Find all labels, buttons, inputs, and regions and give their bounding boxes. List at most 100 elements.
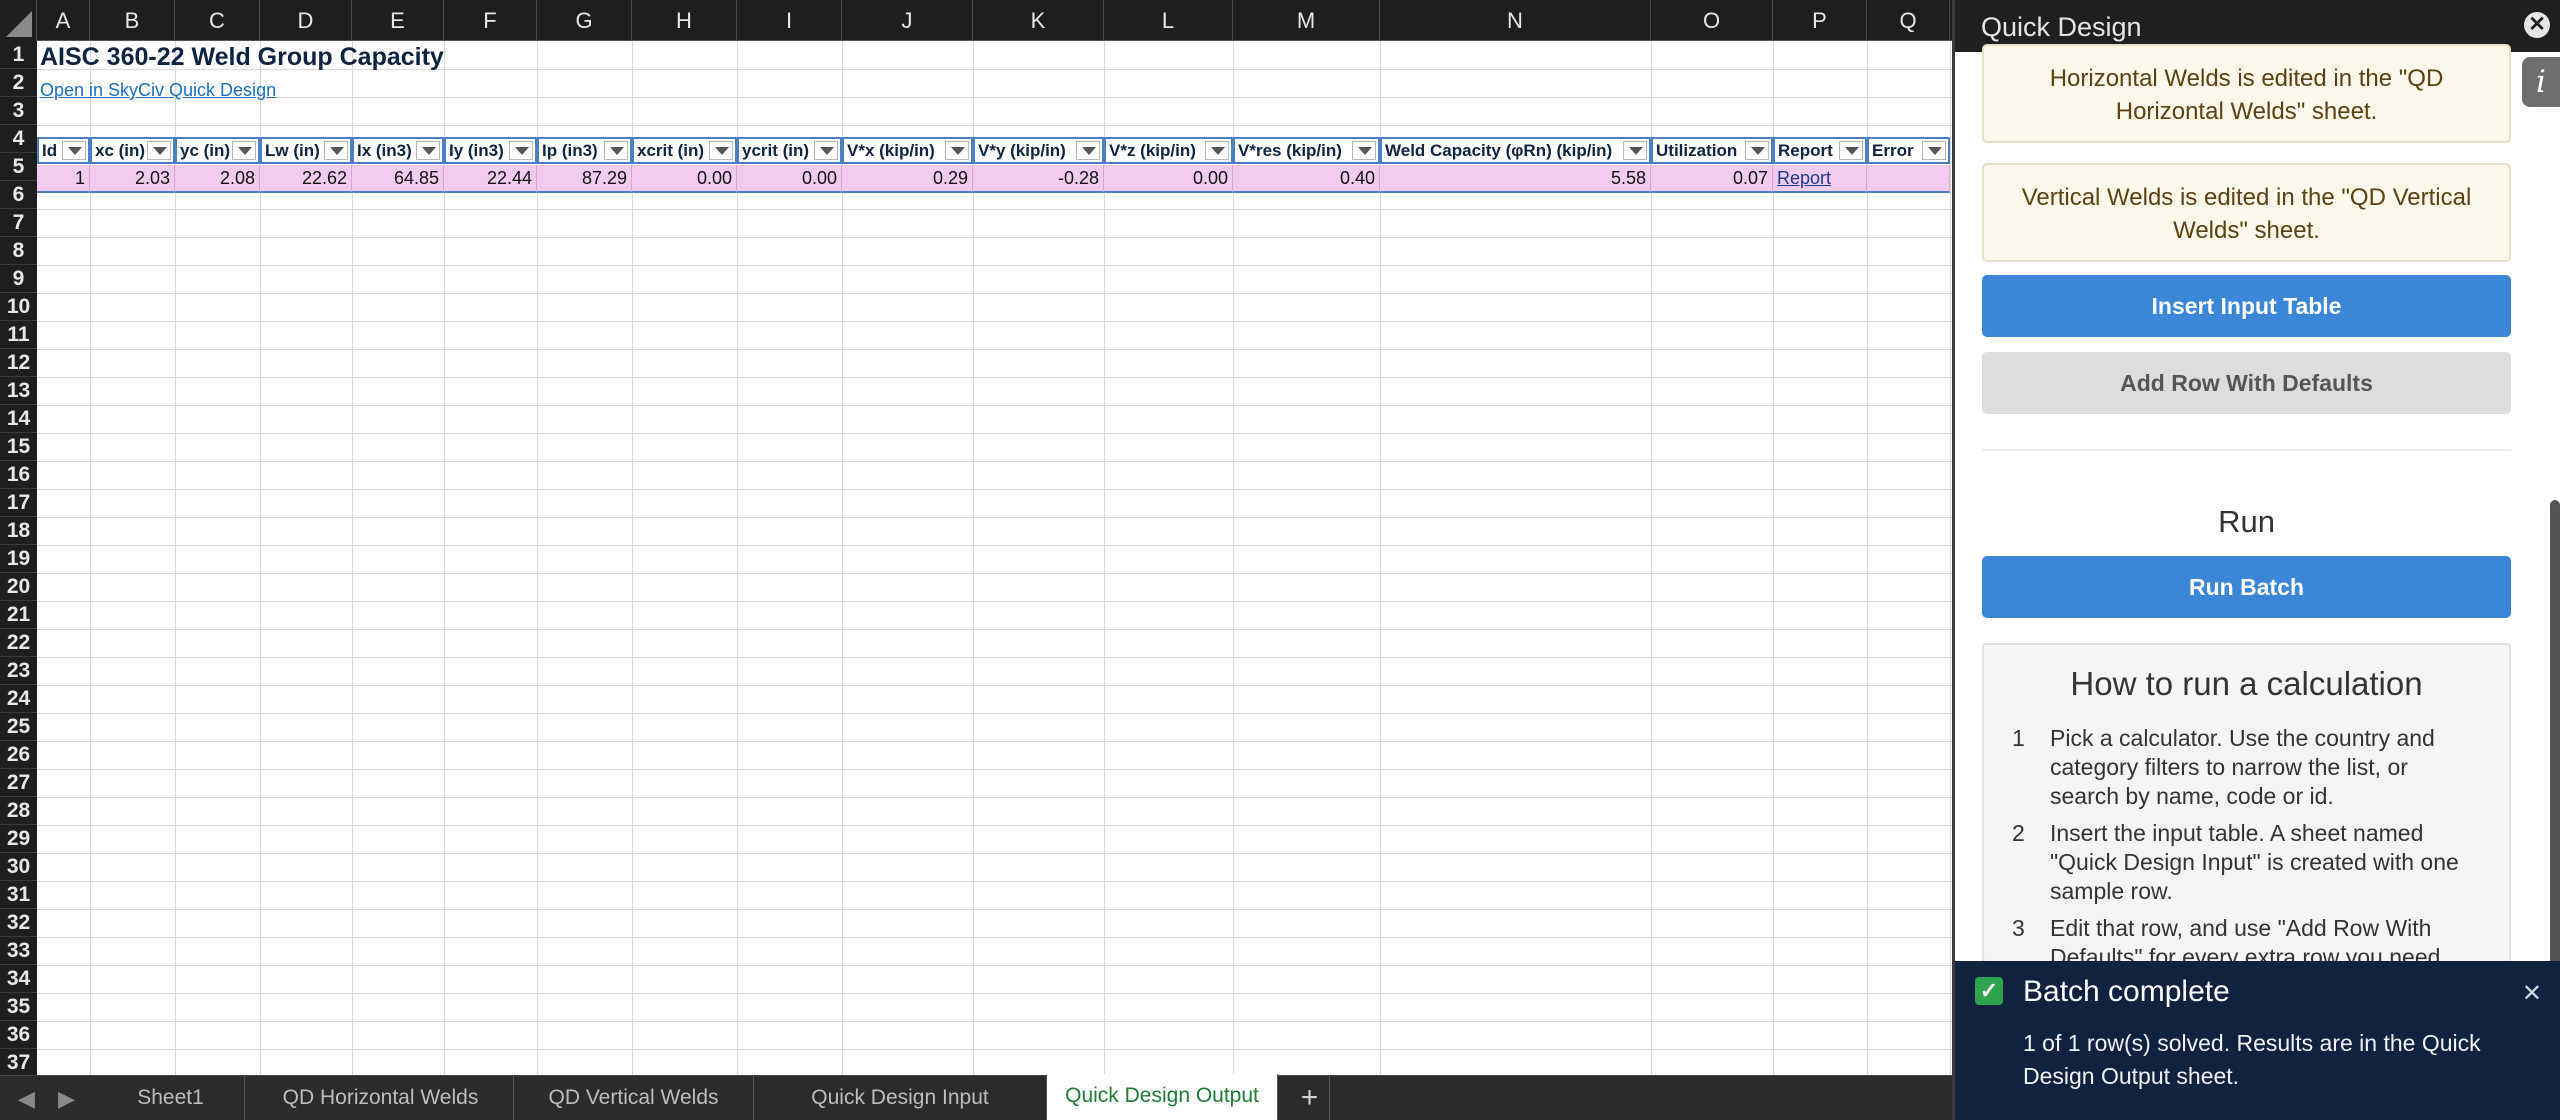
- column-header-d[interactable]: D: [260, 0, 352, 41]
- tab-scroll-left-icon[interactable]: ◀: [18, 1086, 35, 1112]
- table-cell[interactable]: 0.29: [842, 165, 973, 193]
- row-header-36[interactable]: 36: [0, 1021, 37, 1049]
- column-filter-header[interactable]: yc (in): [175, 137, 260, 164]
- row-header-3[interactable]: 3: [0, 97, 37, 125]
- filter-dropdown-icon[interactable]: [324, 141, 348, 160]
- column-filter-header[interactable]: ycrit (in): [737, 137, 842, 164]
- row-header-15[interactable]: 15: [0, 433, 37, 461]
- insert-input-table-button[interactable]: Insert Input Table: [1982, 275, 2511, 337]
- table-cell[interactable]: 2.03: [90, 165, 175, 193]
- row-header-31[interactable]: 31: [0, 881, 37, 909]
- tab-quick-design-output[interactable]: Quick Design Output: [1047, 1074, 1278, 1120]
- filter-dropdown-icon[interactable]: [1922, 141, 1946, 160]
- column-filter-header[interactable]: V*x (kip/in): [842, 137, 973, 164]
- row-header-25[interactable]: 25: [0, 713, 37, 741]
- filter-dropdown-icon[interactable]: [62, 141, 86, 160]
- column-header-q[interactable]: Q: [1867, 0, 1950, 41]
- column-header-e[interactable]: E: [352, 0, 444, 41]
- cell-grid[interactable]: [37, 41, 1952, 1075]
- filter-dropdown-icon[interactable]: [416, 141, 440, 160]
- filter-dropdown-icon[interactable]: [604, 141, 628, 160]
- row-header-34[interactable]: 34: [0, 965, 37, 993]
- tab-qd-horizontal-welds[interactable]: QD Horizontal Welds: [248, 1076, 514, 1120]
- row-header-7[interactable]: 7: [0, 209, 37, 237]
- filter-dropdown-icon[interactable]: [1623, 141, 1647, 160]
- table-cell[interactable]: 0.07: [1651, 165, 1773, 193]
- row-header-23[interactable]: 23: [0, 657, 37, 685]
- column-header-j[interactable]: J: [842, 0, 973, 41]
- table-cell[interactable]: 64.85: [352, 165, 444, 193]
- spreadsheet-area[interactable]: ABCDEFGHIJKLMNOPQ 1 2 3 4 5 6 7 8 9 10 11 12 13 14 15 1…: [0, 0, 1952, 1075]
- select-all-corner[interactable]: [0, 0, 37, 41]
- row-header-37[interactable]: 37: [0, 1049, 37, 1075]
- filter-dropdown-icon[interactable]: [147, 141, 171, 160]
- column-header-n[interactable]: N: [1380, 0, 1651, 41]
- column-filter-header[interactable]: Weld Capacity (φRn) (kip/in): [1380, 137, 1651, 164]
- filter-dropdown-icon[interactable]: [814, 141, 838, 160]
- column-filter-header[interactable]: V*res (kip/in): [1233, 137, 1380, 164]
- row-header-24[interactable]: 24: [0, 685, 37, 713]
- close-icon[interactable]: ✕: [2524, 12, 2550, 38]
- filter-dropdown-icon[interactable]: [709, 141, 733, 160]
- filter-dropdown-icon[interactable]: [1839, 141, 1863, 160]
- filter-dropdown-icon[interactable]: [1352, 141, 1376, 160]
- table-cell[interactable]: [1867, 165, 1950, 193]
- row-header-21[interactable]: 21: [0, 601, 37, 629]
- column-header-b[interactable]: B: [90, 0, 175, 41]
- column-filter-header[interactable]: V*y (kip/in): [973, 137, 1104, 164]
- row-header-27[interactable]: 27: [0, 769, 37, 797]
- table-cell[interactable]: 22.62: [260, 165, 352, 193]
- column-filter-header[interactable]: xcrit (in): [632, 137, 737, 164]
- row-header-6[interactable]: 6: [0, 181, 37, 209]
- column-header-a[interactable]: A: [37, 0, 90, 41]
- column-filter-header[interactable]: Report: [1773, 137, 1867, 164]
- add-row-defaults-button[interactable]: Add Row With Defaults: [1982, 352, 2511, 414]
- row-header-1[interactable]: 1: [0, 41, 37, 69]
- tab-sheet1[interactable]: Sheet1: [97, 1076, 245, 1120]
- column-filter-header[interactable]: Ip (in3): [537, 137, 632, 164]
- table-cell[interactable]: 0.00: [1104, 165, 1233, 193]
- table-cell[interactable]: 0.00: [737, 165, 842, 193]
- column-header-i[interactable]: I: [737, 0, 842, 41]
- column-header-f[interactable]: F: [444, 0, 537, 41]
- row-header-18[interactable]: 18: [0, 517, 37, 545]
- filter-dropdown-icon[interactable]: [232, 141, 256, 160]
- open-in-skyciv-link[interactable]: Open in SkyCiv Quick Design: [40, 80, 276, 101]
- column-filter-header[interactable]: Utilization: [1651, 137, 1773, 164]
- row-header-8[interactable]: 8: [0, 237, 37, 265]
- tab-quick-design-input[interactable]: Quick Design Input: [754, 1076, 1047, 1120]
- column-filter-header[interactable]: Ix (in3): [352, 137, 444, 164]
- filter-dropdown-icon[interactable]: [945, 141, 969, 160]
- column-header-o[interactable]: O: [1651, 0, 1773, 41]
- add-sheet-button[interactable]: +: [1290, 1076, 1330, 1120]
- row-header-17[interactable]: 17: [0, 489, 37, 517]
- row-header-32[interactable]: 32: [0, 909, 37, 937]
- column-header-c[interactable]: C: [175, 0, 260, 41]
- info-icon[interactable]: i: [2522, 57, 2560, 107]
- row-header-19[interactable]: 19: [0, 545, 37, 573]
- row-header-5[interactable]: 5: [0, 153, 37, 181]
- row-header-10[interactable]: 10: [0, 293, 37, 321]
- panel-scrollbar[interactable]: [2550, 500, 2560, 1000]
- table-cell[interactable]: 0.00: [632, 165, 737, 193]
- row-header-14[interactable]: 14: [0, 405, 37, 433]
- row-header-2[interactable]: 2: [0, 69, 37, 97]
- row-header-33[interactable]: 33: [0, 937, 37, 965]
- row-header-12[interactable]: 12: [0, 349, 37, 377]
- row-header-9[interactable]: 9: [0, 265, 37, 293]
- column-header-p[interactable]: P: [1773, 0, 1867, 41]
- table-cell[interactable]: 87.29: [537, 165, 632, 193]
- table-cell[interactable]: 22.44: [444, 165, 537, 193]
- column-filter-header[interactable]: Error: [1867, 137, 1950, 164]
- sheet-title-cell[interactable]: AISC 360-22 Weld Group Capacity: [40, 43, 444, 72]
- row-header-35[interactable]: 35: [0, 993, 37, 1021]
- column-header-m[interactable]: M: [1233, 0, 1380, 41]
- row-header-11[interactable]: 11: [0, 321, 37, 349]
- table-cell[interactable]: 0.40: [1233, 165, 1380, 193]
- run-batch-button[interactable]: Run Batch: [1982, 556, 2511, 618]
- tab-qd-vertical-welds[interactable]: QD Vertical Welds: [514, 1076, 754, 1120]
- report-link[interactable]: Report: [1773, 165, 1867, 193]
- tab-scroll-right-icon[interactable]: ▶: [58, 1086, 75, 1112]
- row-header-28[interactable]: 28: [0, 797, 37, 825]
- column-filter-header[interactable]: Iy (in3): [444, 137, 537, 164]
